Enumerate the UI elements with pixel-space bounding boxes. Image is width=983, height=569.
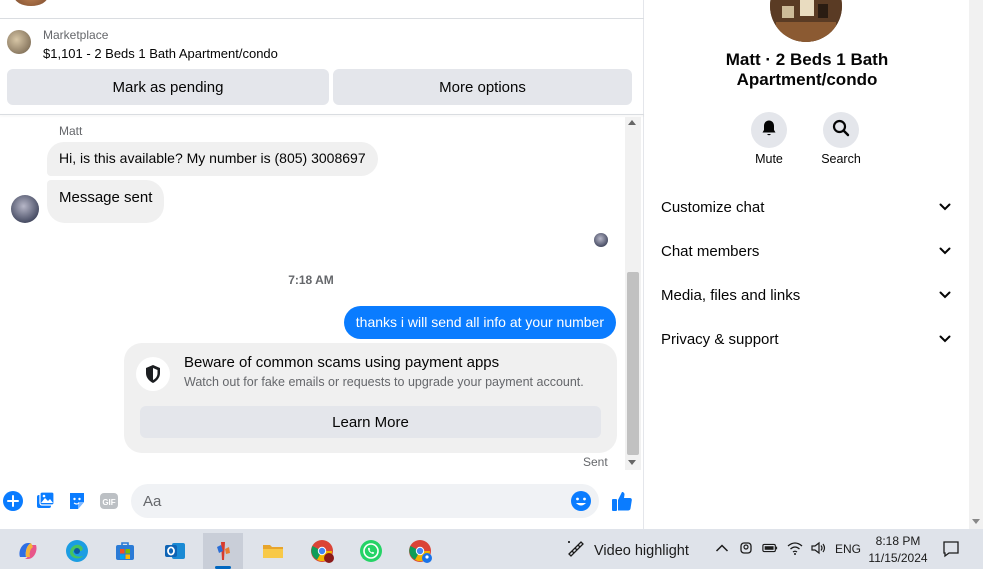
- scam-warning-subtitle: Watch out for fake emails or requests to…: [184, 375, 584, 389]
- delivery-status: Sent: [583, 455, 608, 469]
- mute-label: Mute: [755, 152, 783, 166]
- clock-date: 11/15/2024: [868, 551, 928, 565]
- marketplace-label: Marketplace: [43, 28, 109, 42]
- mark-as-pending-button[interactable]: Mark as pending: [7, 69, 329, 105]
- more-options-button[interactable]: More options: [333, 69, 632, 105]
- conversation-title: Matt · 2 Beds 1 Bath Apartment/condo: [645, 50, 969, 90]
- shield-icon: [136, 357, 170, 391]
- thumbs-up-icon[interactable]: [610, 489, 634, 513]
- wifi-icon[interactable]: [787, 540, 803, 556]
- battery-icon[interactable]: [762, 540, 778, 556]
- listing-photo[interactable]: [770, 0, 842, 42]
- search-label: Search: [821, 152, 861, 166]
- chrome-icon[interactable]: [302, 533, 342, 569]
- windows-taskbar: Video highlight ENG 8:18 PM 11/15/2024: [0, 529, 983, 569]
- clock-time: 8:18 PM: [875, 534, 921, 548]
- scroll-thumb[interactable]: [627, 272, 639, 455]
- message-timestamp: 7:18 AM: [288, 273, 334, 287]
- copilot-icon[interactable]: [8, 533, 48, 569]
- photo-icon[interactable]: [34, 490, 56, 512]
- message-input[interactable]: [131, 484, 599, 518]
- volume-icon[interactable]: [810, 540, 826, 556]
- messenger-window: Marketplace $1,101 - 2 Beds 1 Bath Apart…: [0, 0, 983, 569]
- divider: [0, 18, 644, 19]
- video-highlight-widget[interactable]: Video highlight: [566, 539, 689, 563]
- plus-icon[interactable]: [2, 490, 24, 512]
- language-indicator[interactable]: ENG: [835, 542, 861, 556]
- whatsapp-icon[interactable]: [351, 533, 391, 569]
- chevron-down-icon: [937, 199, 953, 215]
- sticker-icon[interactable]: [66, 490, 88, 512]
- section-label: Media, files and links: [661, 286, 801, 304]
- incoming-message[interactable]: Message sent: [47, 180, 165, 223]
- mute-button[interactable]: [751, 112, 787, 148]
- chevron-down-icon: [937, 243, 953, 259]
- gif-icon[interactable]: GIF: [98, 490, 120, 512]
- chevron-down-icon: [937, 331, 953, 347]
- chevron-down-icon: [937, 287, 953, 303]
- seen-indicator-avatar: [594, 233, 608, 247]
- emoji-icon[interactable]: [570, 490, 592, 512]
- video-highlight-label: Video highlight: [594, 543, 689, 559]
- sender-name: Matt: [59, 124, 83, 138]
- sender-avatar[interactable]: [11, 195, 39, 223]
- section-label: Privacy & support: [661, 330, 779, 348]
- file-explorer-icon[interactable]: [253, 533, 293, 569]
- section-media-files-links[interactable]: Media, files and links: [661, 279, 953, 311]
- section-label: Customize chat: [661, 198, 765, 216]
- notification-icon[interactable]: [942, 540, 960, 558]
- search-icon: [832, 119, 850, 142]
- active-app-icon[interactable]: [203, 533, 243, 569]
- meet-now-icon[interactable]: [738, 540, 754, 556]
- svg-text:GIF: GIF: [102, 498, 115, 507]
- chrome-profile-icon[interactable]: [400, 533, 440, 569]
- listing-thumbnail[interactable]: [7, 30, 31, 54]
- learn-more-button[interactable]: Learn More: [140, 406, 601, 438]
- bell-icon: [760, 119, 778, 142]
- scam-warning-title: Beware of common scams using payment app…: [184, 354, 500, 371]
- section-chat-members[interactable]: Chat members: [661, 235, 953, 267]
- chevron-up-icon[interactable]: [714, 540, 730, 556]
- section-label: Chat members: [661, 242, 760, 260]
- scroll-down-arrow-icon[interactable]: [628, 460, 636, 465]
- search-button[interactable]: [823, 112, 859, 148]
- previous-avatar: [14, 0, 48, 6]
- scroll-down-arrow-icon[interactable]: [972, 519, 980, 524]
- listing-title[interactable]: $1,101 - 2 Beds 1 Bath Apartment/condo: [43, 46, 278, 61]
- conversation-title-line: Apartment/condo: [736, 70, 878, 89]
- chat-info-panel: Matt · 2 Beds 1 Bath Apartment/condo Mut…: [645, 0, 969, 529]
- scam-warning-card: Beware of common scams using payment app…: [124, 343, 617, 453]
- header-divider: [0, 114, 644, 115]
- chat-pane: Marketplace $1,101 - 2 Beds 1 Bath Apart…: [0, 0, 644, 529]
- conversation-title-line: Matt · 2 Beds 1 Bath: [725, 50, 889, 69]
- section-customize-chat[interactable]: Customize chat: [661, 191, 953, 223]
- microsoft-store-icon[interactable]: [105, 533, 145, 569]
- film-icon: [566, 539, 586, 563]
- edge-icon[interactable]: [57, 533, 97, 569]
- outgoing-message[interactable]: thanks i will send all info at your numb…: [343, 306, 616, 339]
- page-scrollbar[interactable]: [969, 0, 983, 529]
- incoming-message[interactable]: Hi, is this available? My number is (805…: [47, 142, 378, 176]
- outlook-icon[interactable]: [155, 533, 195, 569]
- scroll-up-arrow-icon[interactable]: [628, 120, 636, 125]
- clock[interactable]: 8:18 PM 11/15/2024: [866, 533, 930, 567]
- section-privacy-support[interactable]: Privacy & support: [661, 323, 953, 355]
